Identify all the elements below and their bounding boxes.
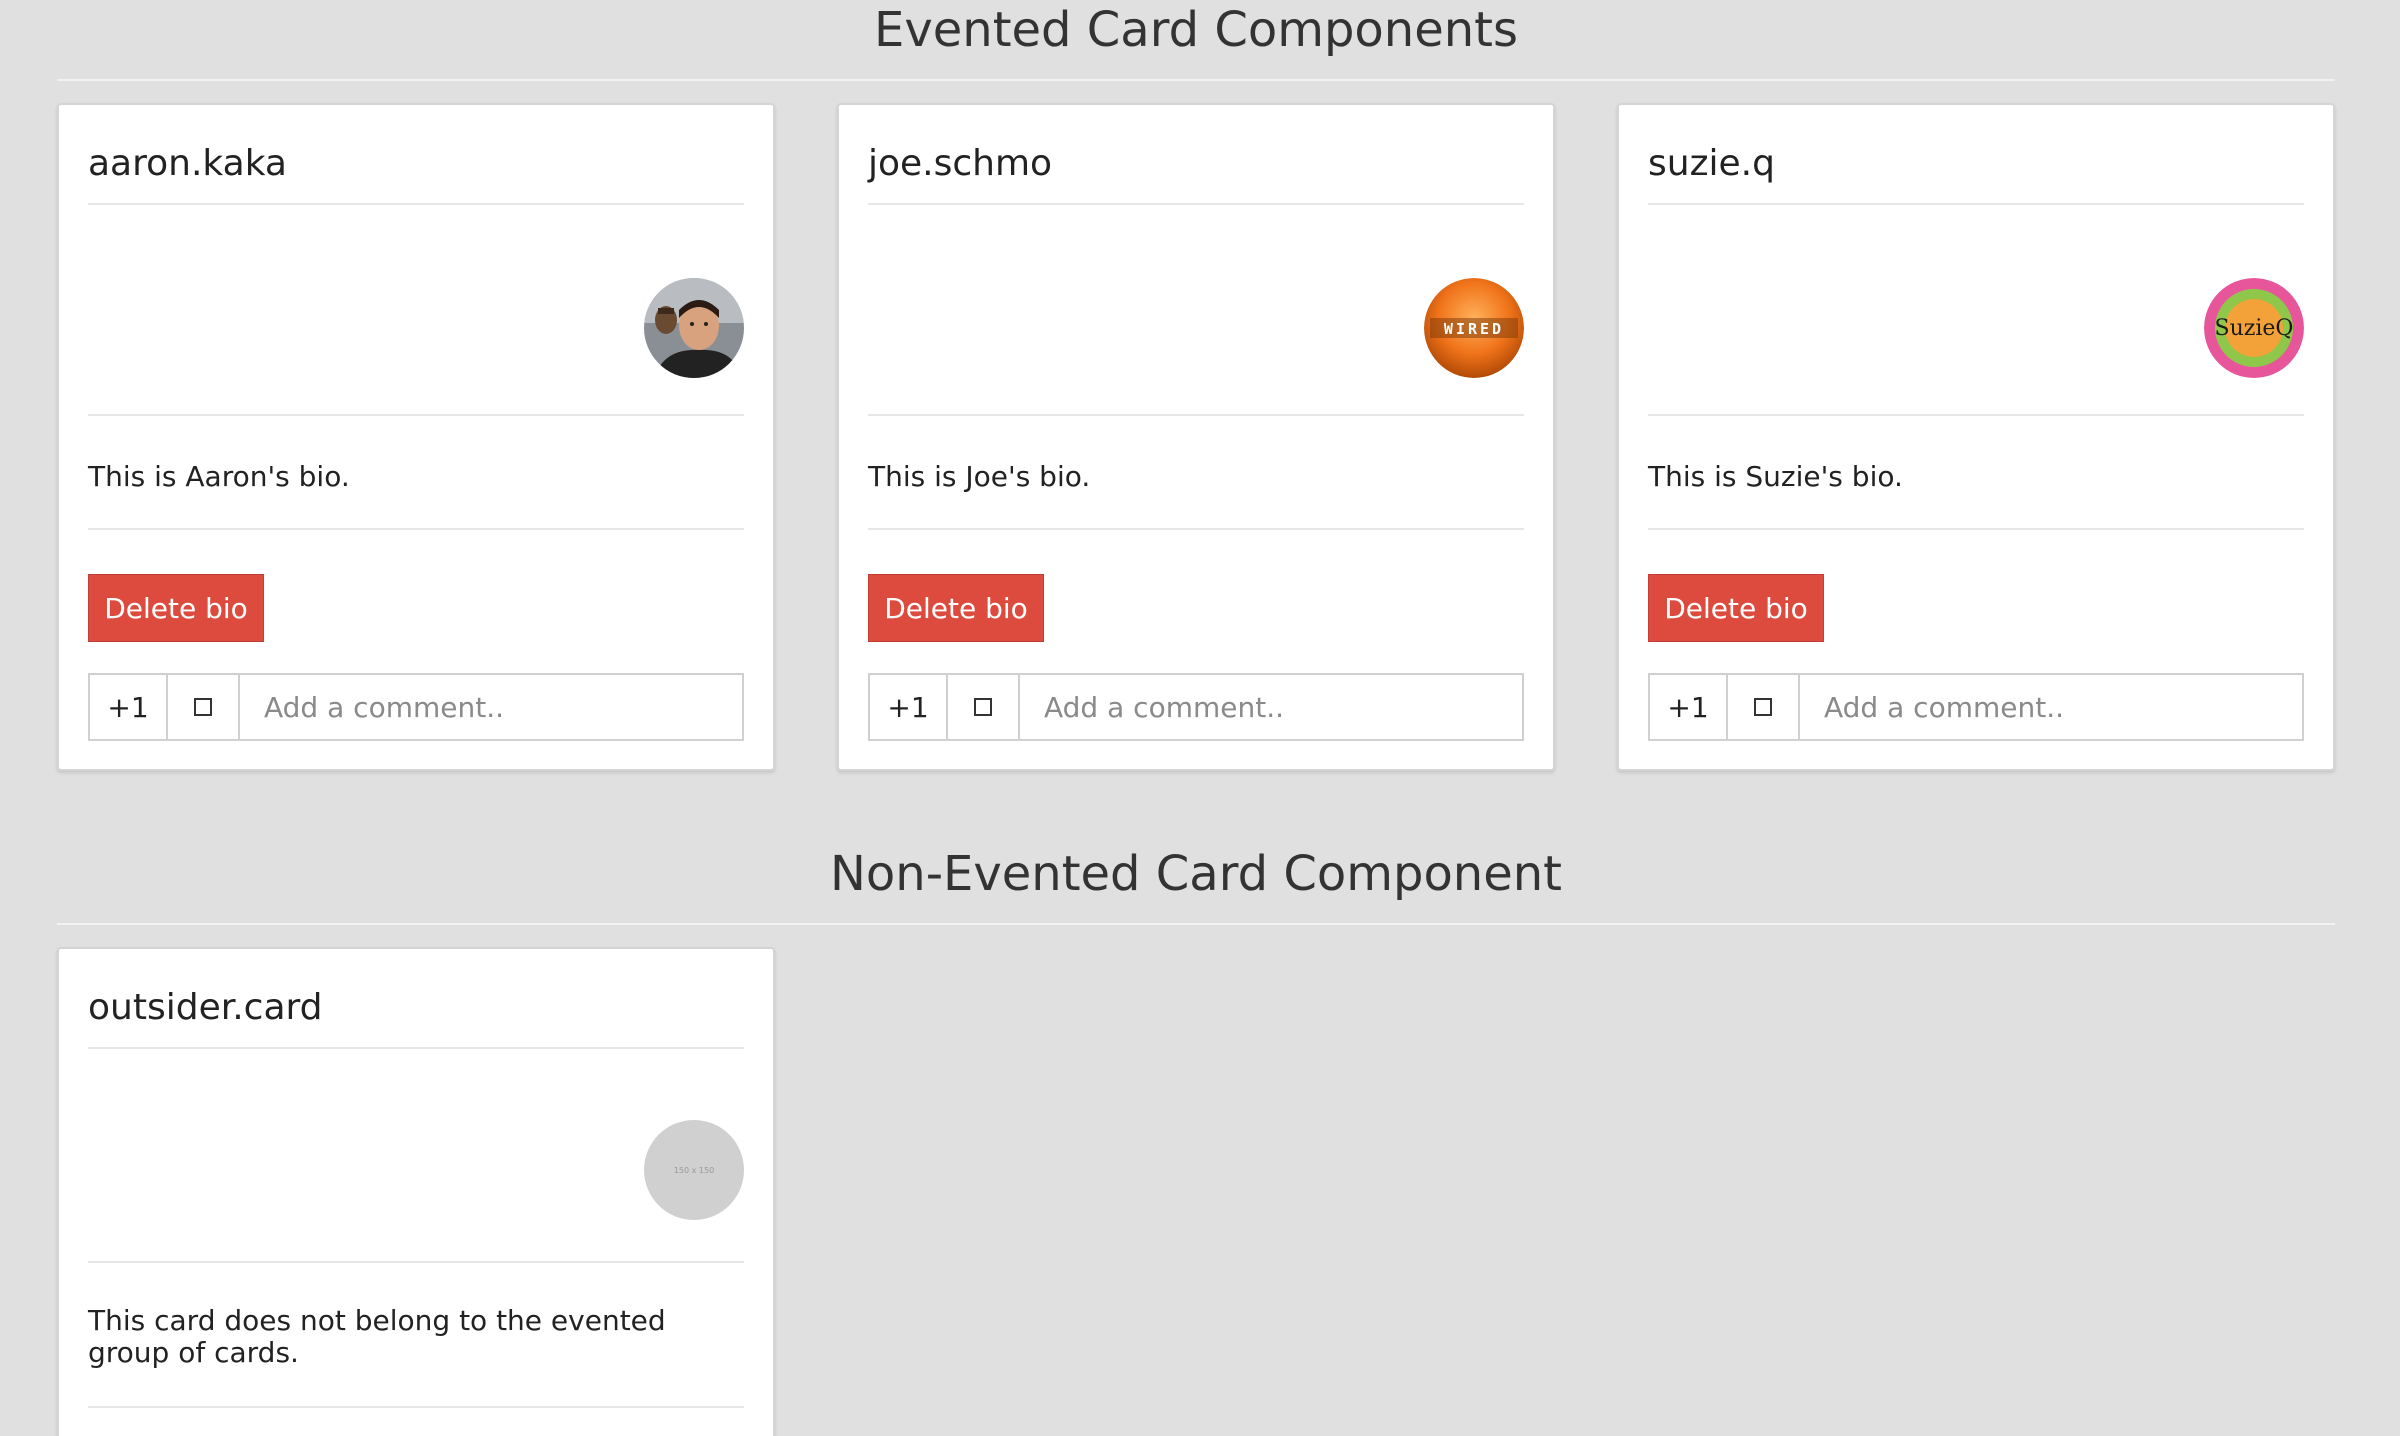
checkbox-button[interactable] [1728,675,1800,739]
card-divider [868,203,1524,205]
card-divider [88,203,744,205]
card-divider [88,1406,744,1408]
checkbox-button[interactable] [948,675,1020,739]
card-bio: This card does not belong to the evented… [88,1304,666,1369]
plus-one-button[interactable]: +1 [1650,675,1728,739]
svg-text:WIRED: WIRED [1444,320,1504,338]
comment-input[interactable] [1020,675,1522,739]
comment-input[interactable] [1800,675,2302,739]
card-divider [1648,414,2304,416]
comment-bar: +1 [1648,673,2304,741]
card-divider [1648,528,2304,530]
non-evented-section-title: Non-Evented Card Component [830,846,1562,902]
user-card-suzie: suzie.q SuzieQ This is Suzie's bio. Dele… [1617,103,2335,771]
delete-bio-button[interactable]: Delete bio [868,574,1044,642]
card-username: suzie.q [1648,143,1775,184]
user-card-joe: joe.schmo WIRED This is Joe's bio. Delet… [837,103,1555,771]
card-divider [868,528,1524,530]
card-username: outsider.card [88,987,323,1028]
svg-text:150 x 150: 150 x 150 [674,1166,714,1175]
plus-one-button[interactable]: +1 [90,675,168,739]
card-divider [88,528,744,530]
outsider-card: outsider.card 150 x 150 This card does n… [57,947,775,1436]
card-bio: This is Joe's bio. [868,460,1091,493]
card-bio: This is Suzie's bio. [1648,460,1903,493]
card-divider [868,414,1524,416]
section-divider [57,923,2335,925]
plus-one-button[interactable]: +1 [870,675,948,739]
square-icon [1754,698,1772,716]
suzieq-logo-avatar: SuzieQ [2204,278,2304,378]
card-bio: This is Aaron's bio. [88,460,350,493]
page: Evented Card Components aaron.kaka This … [0,0,2400,1436]
square-icon [974,698,992,716]
svg-text:SuzieQ: SuzieQ [2215,316,2294,341]
comment-bar: +1 [88,673,744,741]
evented-section-title: Evented Card Components [874,2,1518,58]
wired-logo-avatar: WIRED [1424,278,1524,378]
user-photo-avatar [644,278,744,378]
checkbox-button[interactable] [168,675,240,739]
user-card-aaron: aaron.kaka This is Aaron's bio. Delete b… [57,103,775,771]
card-divider [88,1047,744,1049]
card-username: joe.schmo [868,143,1053,184]
square-icon [194,698,212,716]
card-divider [88,1261,744,1263]
comment-input[interactable] [240,675,742,739]
card-username: aaron.kaka [88,143,287,184]
delete-bio-button[interactable]: Delete bio [1648,574,1824,642]
comment-bar: +1 [868,673,1524,741]
placeholder-avatar: 150 x 150 [644,1120,744,1220]
section-divider [57,79,2335,81]
card-divider [1648,203,2304,205]
card-divider [88,414,744,416]
delete-bio-button[interactable]: Delete bio [88,574,264,642]
